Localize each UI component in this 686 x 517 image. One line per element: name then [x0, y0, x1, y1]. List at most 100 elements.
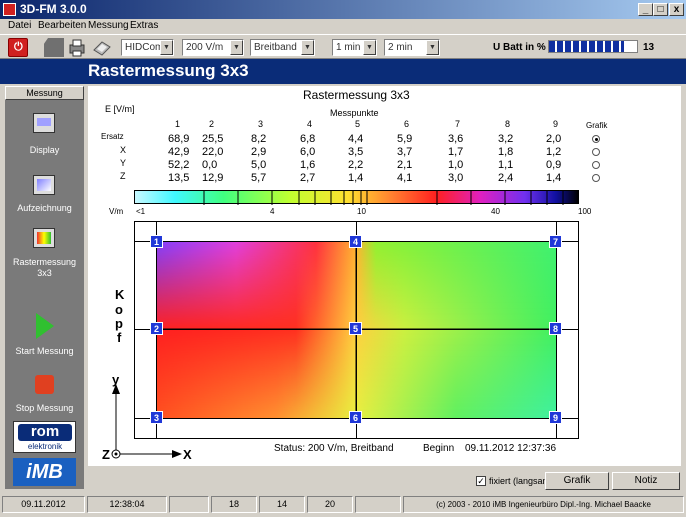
printer-icon[interactable]	[67, 38, 87, 57]
fixiert-checkbox[interactable]: ✓	[476, 476, 486, 486]
scale-tick-1: <1	[136, 207, 146, 216]
sidebar-item-display[interactable]: Display	[5, 145, 84, 155]
maximize-button[interactable]: □	[653, 3, 668, 16]
grafik-radio[interactable]	[592, 161, 600, 169]
table-cell: 1,6	[300, 159, 316, 171]
power-icon[interactable]: ⏻	[8, 38, 28, 57]
grafik-radio[interactable]	[592, 174, 600, 182]
menu-messung[interactable]: Messung	[88, 20, 129, 31]
table-cell: 25,5	[202, 133, 224, 145]
scale-tick-40: 40	[491, 207, 500, 216]
app-icon[interactable]	[3, 3, 16, 16]
table-cell: 2,7	[300, 172, 316, 184]
display-icon[interactable]	[33, 113, 55, 133]
table-cell: 52,2	[168, 159, 190, 171]
chevron-down-icon[interactable]: ▼	[426, 40, 439, 55]
grafik-button[interactable]: Grafik	[545, 472, 609, 490]
close-button[interactable]: x	[669, 3, 684, 16]
measurement-status: Status: 200 V/m, Breitband	[274, 443, 394, 454]
measure-point-9[interactable]: 9	[549, 411, 562, 424]
table-cell: 6,8	[300, 133, 316, 145]
color-scale	[134, 190, 579, 205]
grid-measure-icon[interactable]	[33, 228, 55, 248]
stop-icon[interactable]	[35, 375, 54, 394]
battery-bar	[548, 40, 638, 53]
table-cell: 4,4	[348, 133, 364, 145]
table-cell: 1,7	[448, 146, 464, 158]
play-icon[interactable]	[36, 313, 54, 339]
status-n3: 20	[307, 496, 353, 513]
start-measurement-button[interactable]: Start Messung	[5, 346, 84, 356]
column-header: 5	[355, 119, 361, 129]
table-cell: 22,0	[202, 146, 224, 158]
chart-title: Rastermessung 3x3	[303, 88, 410, 102]
rom-logo-subtext: elektronik	[27, 442, 63, 451]
minimize-button[interactable]: _	[638, 3, 653, 16]
measure-point-6[interactable]: 6	[349, 411, 362, 424]
measure-point-4[interactable]: 4	[349, 235, 362, 248]
row-label: Z	[120, 171, 126, 181]
notiz-button[interactable]: Notiz	[612, 472, 680, 490]
sidebar-item-aufzeichnung[interactable]: Aufzeichnung	[5, 203, 84, 213]
measure-point-8[interactable]: 8	[549, 322, 562, 335]
chevron-down-icon[interactable]: ▼	[230, 40, 243, 55]
grafik-radio[interactable]	[592, 148, 600, 156]
range-value: 200 V/m	[186, 42, 224, 53]
table-cell: 3,2	[498, 133, 514, 145]
table-cell: 2,4	[498, 172, 514, 184]
scale-ticks	[203, 191, 564, 205]
status-n2: 14	[259, 496, 305, 513]
status-date: 09.11.2012	[2, 496, 85, 513]
table-cell: 5,9	[397, 133, 413, 145]
grafik-column-label: Grafik	[586, 121, 608, 130]
save-icon[interactable]	[92, 38, 112, 57]
kopf-letter-o: o	[115, 302, 123, 317]
port-select[interactable]: HIDCom ▼	[121, 39, 174, 56]
status-n1: 18	[211, 496, 257, 513]
beginn-label: Beginn	[423, 443, 455, 454]
menu-extras[interactable]: Extras	[130, 20, 158, 31]
interval2-select[interactable]: 2 min ▼	[384, 39, 440, 56]
recording-icon[interactable]	[33, 175, 55, 195]
table-cell: 4,1	[397, 172, 413, 184]
table-cell: 5,7	[251, 172, 267, 184]
stop-measurement-button[interactable]: Stop Messung	[5, 403, 84, 413]
scale-tick-10: 10	[357, 207, 366, 216]
device-icon[interactable]	[44, 38, 64, 57]
table-cell: 3,7	[397, 146, 413, 158]
kopf-letter-p: p	[115, 316, 123, 331]
battery-label: U Batt in %	[493, 42, 546, 53]
measure-point-7[interactable]: 7	[549, 235, 562, 248]
chevron-down-icon[interactable]: ▼	[160, 40, 173, 55]
sidebar-item-rastermessung[interactable]: Rastermessung 3x3	[5, 257, 84, 279]
beginn-time: 09.11.2012 12:37:36	[465, 443, 557, 454]
range-select[interactable]: 200 V/m ▼	[182, 39, 244, 56]
grafik-radio[interactable]	[592, 135, 600, 143]
tab-messung[interactable]: Messung	[5, 86, 84, 100]
measure-point-2[interactable]: 2	[150, 322, 163, 335]
measure-point-5[interactable]: 5	[349, 322, 362, 335]
chevron-down-icon[interactable]: ▼	[301, 40, 314, 55]
kopf-letter-k: K	[115, 287, 125, 302]
chevron-down-icon[interactable]: ▼	[363, 40, 376, 55]
menu-bearbeiten[interactable]: Bearbeiten	[38, 20, 86, 31]
measure-point-1[interactable]: 1	[150, 235, 163, 248]
menu-datei[interactable]: Datei	[8, 20, 31, 31]
unit-label: E [V/m]	[105, 104, 135, 114]
table-cell: 42,9	[168, 146, 190, 158]
column-header: 4	[307, 119, 313, 129]
scale-tick-100: 100	[578, 207, 592, 216]
table-cell: 3,0	[448, 172, 464, 184]
scale-unit: V/m	[109, 207, 124, 216]
column-header: 1	[175, 119, 181, 129]
table-cell: 5,0	[251, 159, 267, 171]
rom-logo: rom elektronik	[13, 421, 76, 453]
table-cell: 3,5	[348, 146, 364, 158]
fixiert-label: fixiert (langsam)	[489, 476, 554, 486]
band-select[interactable]: Breitband ▼	[250, 39, 315, 56]
axis-z-label: Z	[102, 447, 110, 462]
page-header: Rastermessung 3x3	[0, 59, 686, 84]
title-bar: 3D-FM 3.0.0 _ □ x	[0, 0, 686, 19]
interval1-select[interactable]: 1 min ▼	[332, 39, 377, 56]
table-cell: 0,0	[202, 159, 218, 171]
